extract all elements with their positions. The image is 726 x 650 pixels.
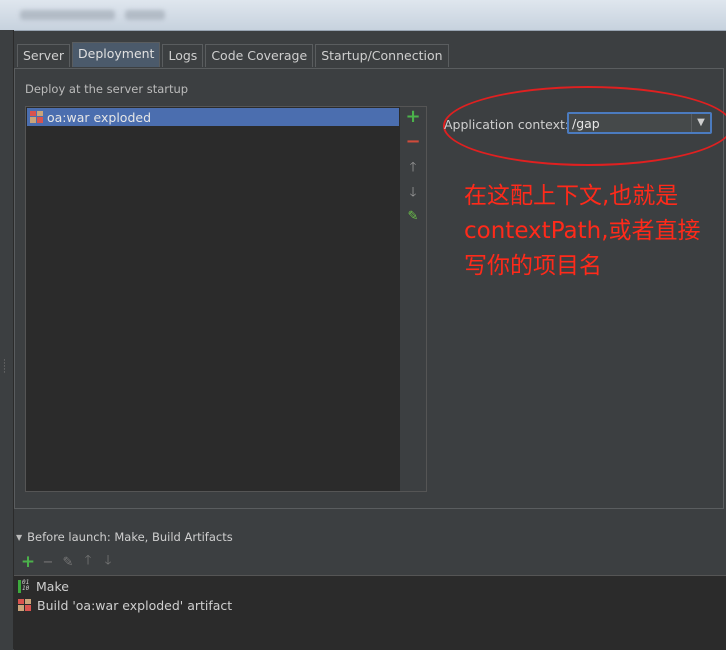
before-launch-label: Before launch: Make, Build Artifacts: [27, 530, 233, 544]
remove-icon[interactable]: −: [404, 133, 422, 151]
edit-icon[interactable]: ✎: [58, 555, 78, 570]
move-up-icon[interactable]: 🡑: [78, 551, 98, 573]
before-launch-list[interactable]: 01 10 Make Build 'oa:war exploded' artifa…: [14, 575, 726, 650]
deployment-panel: Deploy at the server startup oa:war expl…: [14, 68, 726, 509]
add-icon[interactable]: +: [18, 552, 38, 572]
collapse-triangle-icon[interactable]: ▼: [16, 533, 22, 542]
list-item[interactable]: oa:war exploded: [27, 108, 399, 126]
application-context-combobox[interactable]: ▼: [567, 112, 712, 134]
config-tabs: Server Deployment Logs Code Coverage Sta…: [17, 42, 451, 68]
move-down-icon[interactable]: 🡓: [98, 551, 118, 573]
move-down-icon[interactable]: 🡓: [404, 184, 422, 202]
left-panel-edge: · · · · ·: [0, 30, 14, 649]
window-title-bar: [0, 0, 726, 31]
artifact-icon: [30, 111, 43, 123]
tab-logs[interactable]: Logs: [162, 44, 204, 67]
tab-deployment[interactable]: Deployment: [72, 42, 161, 67]
list-toolbar: + − 🡑 🡓 ✎: [400, 106, 427, 492]
edit-icon[interactable]: ✎: [404, 208, 422, 226]
splitter-grip-icon[interactable]: · · · · ·: [3, 357, 6, 378]
list-item[interactable]: Build 'oa:war exploded' artifact: [18, 596, 232, 614]
artifact-list[interactable]: oa:war exploded: [25, 106, 401, 492]
tab-startup-connection[interactable]: Startup/Connection: [315, 44, 449, 67]
list-item[interactable]: 01 10 Make: [18, 577, 69, 595]
list-item-label: Build 'oa:war exploded' artifact: [37, 597, 233, 613]
annotation-text: 在这配上下文,也就是 contextPath,或者直接 写你的项目名: [464, 179, 701, 284]
deploy-section-label: Deploy at the server startup: [25, 82, 189, 96]
annotation-line: 在这配上下文,也就是: [464, 183, 679, 209]
remove-icon[interactable]: −: [38, 555, 58, 570]
add-icon[interactable]: +: [404, 108, 422, 126]
application-context-label: Application context:: [444, 117, 570, 132]
tab-code-coverage[interactable]: Code Coverage: [205, 44, 314, 67]
blurred-menu-text: [125, 10, 165, 20]
chevron-down-icon[interactable]: ▼: [691, 114, 710, 132]
blurred-menu-text: [20, 10, 115, 20]
tab-server[interactable]: Server: [17, 44, 70, 67]
artifact-icon: [18, 599, 31, 611]
make-icon: 01 10: [18, 579, 30, 593]
move-up-icon[interactable]: 🡑: [404, 159, 422, 177]
annotation-line: 写你的项目名: [464, 253, 602, 279]
before-launch-header[interactable]: ▼ Before launch: Make, Build Artifacts: [16, 530, 233, 544]
list-item-label: oa:war exploded: [47, 109, 151, 125]
annotation-line: contextPath,或者直接: [464, 218, 701, 244]
list-item-label: Make: [36, 578, 69, 594]
application-context-input[interactable]: [569, 114, 692, 132]
before-launch-toolbar: + − ✎ 🡑 🡓: [18, 551, 118, 573]
